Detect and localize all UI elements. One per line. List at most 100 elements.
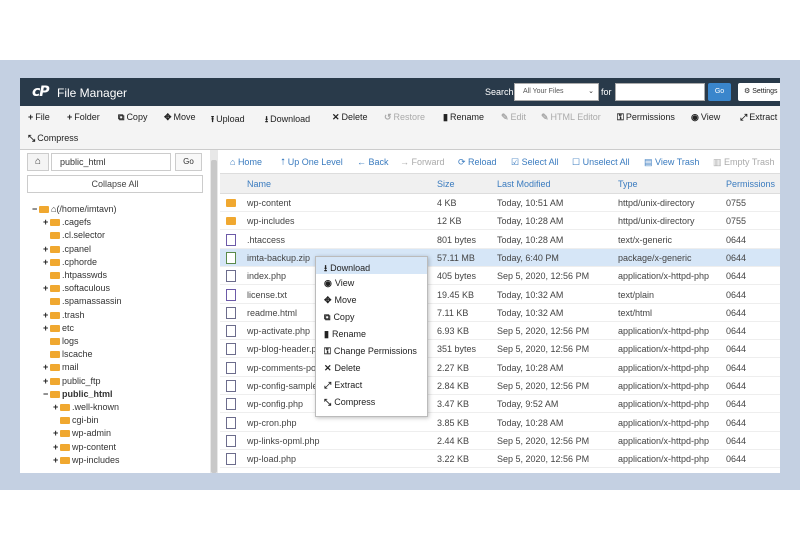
copy-button[interactable]: ⧉ Copy <box>118 112 147 123</box>
tree-item[interactable]: + .softaculous <box>43 283 110 293</box>
collapse-all-button[interactable]: Collapse All <box>27 175 203 193</box>
move-button[interactable]: ✥ Move <box>164 112 196 123</box>
up-one-level-button[interactable]: ⭡ Up One Level <box>281 157 343 168</box>
table-row[interactable]: wp-cron.php 3.85 KB Today, 10:28 AM applica… <box>220 414 780 432</box>
table-row[interactable]: wp-config.php 3.47 KB Today, 9:52 AM applic… <box>220 395 780 414</box>
collapse-icon[interactable]: − <box>32 204 39 214</box>
back-button[interactable]: ← Back <box>357 157 389 167</box>
table-row[interactable]: imta-backup.zip 57.11 MB Today, 6:40 PM pac… <box>220 248 780 267</box>
table-row[interactable]: .htaccess 801 bytes Today, 10:28 AM text/x-… <box>220 231 780 249</box>
compress-button[interactable]: ⤡ Compress <box>28 133 78 144</box>
expand-icon[interactable]: + <box>43 257 50 267</box>
tree-item[interactable]: + etc <box>43 323 74 333</box>
tree-item[interactable]: .cl.selector <box>43 230 105 240</box>
for-label: for <box>601 87 612 97</box>
new-file-button[interactable]: + File <box>28 112 50 122</box>
ctx-copy[interactable]: ⧉ Copy <box>316 308 427 325</box>
permissions-button[interactable]: ⚿ Permissions <box>617 112 675 123</box>
select-all-button[interactable]: ☑ Select All <box>511 157 559 168</box>
expand-icon[interactable]: + <box>43 323 50 333</box>
new-folder-button[interactable]: + Folder <box>67 112 100 122</box>
view-trash-button[interactable]: ▤ View Trash <box>644 157 699 168</box>
table-row[interactable]: wp-links-opml.php 2.44 KB Sep 5, 2020, 12:… <box>220 432 780 450</box>
extract-button[interactable]: ⤢ Extract <box>740 112 777 123</box>
expand-icon[interactable]: + <box>53 428 60 438</box>
ctx-change-permissions[interactable]: ⚿ Change Permissions <box>316 342 427 359</box>
tree-item[interactable]: + .cpanel <box>43 244 91 254</box>
cpanel-logo[interactable]: cP <box>32 84 50 100</box>
expand-icon[interactable]: + <box>53 455 60 465</box>
forward-button[interactable]: → Forward <box>400 157 445 167</box>
nav-home-button[interactable]: ⌂ Home <box>230 157 262 167</box>
table-row[interactable]: index.php 405 bytes Sep 5, 2020, 12:56 PM a… <box>220 267 780 286</box>
column-permissions[interactable]: Permissions <box>726 179 775 189</box>
tree-item[interactable]: + wp-content <box>53 442 116 452</box>
panel-scrollbar[interactable] <box>210 150 218 473</box>
column-type[interactable]: Type <box>618 179 638 189</box>
restore-button[interactable]: ↺ Restore <box>384 112 425 123</box>
ctx-move[interactable]: ✥ Move <box>316 291 427 308</box>
column-size[interactable]: Size <box>437 179 455 189</box>
expand-icon[interactable]: + <box>43 217 50 227</box>
search-input[interactable] <box>615 83 705 101</box>
ctx-extract[interactable]: ⤢ Extract <box>316 376 427 393</box>
edit-button[interactable]: ✎ Edit <box>501 112 526 123</box>
tree-item[interactable]: + public_ftp <box>43 376 101 386</box>
table-row[interactable]: wp-comments-post.php 2.27 KB Today, 10:28 … <box>220 359 780 377</box>
table-row[interactable]: wp-load.php 3.22 KB Sep 5, 2020, 12:56 PM a… <box>220 450 780 469</box>
tree-item[interactable]: + wp-admin <box>53 428 111 438</box>
tree-item[interactable]: + .trash <box>43 310 85 320</box>
tree-item[interactable]: + wp-includes <box>53 455 120 465</box>
ctx-download[interactable]: ⭳ Download <box>316 257 427 274</box>
collapse-icon[interactable]: − <box>43 389 50 399</box>
expand-icon[interactable]: + <box>43 244 50 254</box>
tree-item[interactable]: − public_html <box>43 389 113 399</box>
tree-item[interactable]: + .well-known <box>53 402 119 412</box>
expand-icon[interactable]: + <box>43 310 50 320</box>
expand-icon[interactable]: + <box>43 283 50 293</box>
scrollbar-thumb[interactable] <box>211 160 217 473</box>
path-input[interactable]: public_html <box>51 153 171 171</box>
tree-item[interactable]: + .cagefs <box>43 217 91 227</box>
column-last-modified[interactable]: Last Modified <box>497 179 551 189</box>
path-go-button[interactable]: Go <box>175 153 202 171</box>
ctx-delete[interactable]: ✕ Delete <box>316 359 427 376</box>
table-row[interactable]: readme.html 7.11 KB Today, 10:32 AM text/ht… <box>220 304 780 322</box>
expand-icon[interactable]: + <box>43 376 50 386</box>
rename-button[interactable]: ▮ Rename <box>443 112 484 123</box>
upload-button[interactable]: ⭱ Upload <box>211 112 245 128</box>
empty-trash-button[interactable]: ▥ Empty Trash <box>713 157 775 168</box>
expand-icon[interactable]: + <box>43 362 50 372</box>
table-row[interactable]: wp-includes 12 KB Today, 10:28 AM httpd/uni… <box>220 212 780 231</box>
html-editor-button[interactable]: ✎ HTML Editor <box>541 112 601 123</box>
tree-item[interactable]: logs <box>43 336 79 346</box>
ctx-compress[interactable]: ⤡ Compress <box>316 393 427 410</box>
table-row[interactable]: wp-blog-header.php 351 bytes Sep 5, 2020, … <box>220 340 780 359</box>
tree-item[interactable]: + mail <box>43 362 79 372</box>
table-row[interactable]: wp-content 4 KB Today, 10:51 AM httpd/unix-… <box>220 194 780 212</box>
tree-item[interactable]: − ⌂(/home/imtavn) <box>32 204 116 214</box>
settings-button[interactable]: ⚙ Settings <box>738 83 780 101</box>
tree-item[interactable]: + .cphorde <box>43 257 97 267</box>
reload-button[interactable]: ⟳ Reload <box>458 157 497 168</box>
table-row[interactable]: wp-config-sample.php 2.84 KB Sep 5, 2020, … <box>220 377 780 395</box>
delete-button[interactable]: ✕ Delete <box>332 112 368 123</box>
tree-item[interactable]: cgi-bin <box>53 415 99 425</box>
tree-item[interactable]: .htpasswds <box>43 270 107 280</box>
column-name[interactable]: Name <box>247 179 271 189</box>
tree-item-label: wp-admin <box>72 428 112 439</box>
tree-item[interactable]: lscache <box>43 349 93 359</box>
expand-icon[interactable]: + <box>53 402 60 412</box>
unselect-all-button[interactable]: ☐ Unselect All <box>572 157 630 168</box>
search-go-button[interactable]: Go <box>708 83 731 101</box>
ctx-rename[interactable]: ▮ Rename <box>316 325 427 342</box>
download-button[interactable]: ⭳ Download <box>265 112 310 128</box>
search-scope-select[interactable]: All Your Files ⌄ <box>514 83 599 101</box>
tree-item[interactable]: .spamassassin <box>43 296 122 306</box>
table-row[interactable]: wp-activate.php 6.93 KB Sep 5, 2020, 12:56… <box>220 322 780 341</box>
view-button[interactable]: ◉ View <box>691 112 720 123</box>
table-row[interactable]: license.txt 19.45 KB Today, 10:32 AM text/p… <box>220 286 780 304</box>
ctx-view[interactable]: ◉ View <box>316 274 427 291</box>
expand-icon[interactable]: + <box>53 442 60 452</box>
home-icon[interactable]: ⌂ <box>27 153 49 171</box>
